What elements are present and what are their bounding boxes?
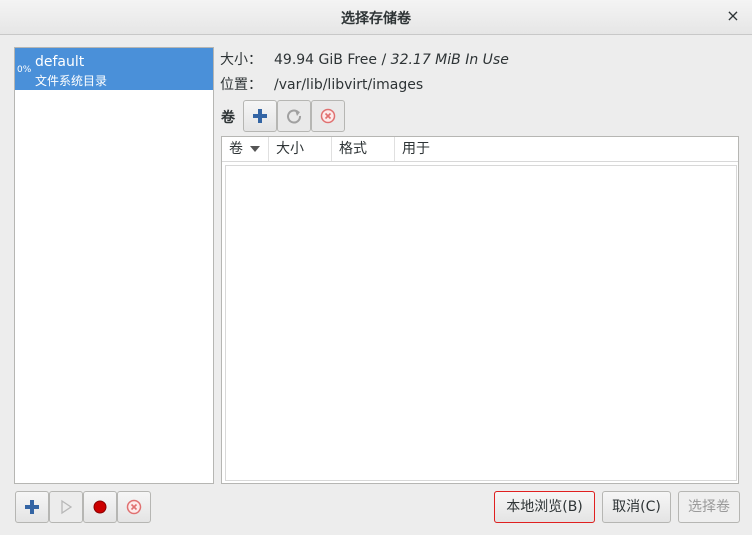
refresh-icon: [287, 109, 301, 124]
add-icon: [25, 500, 39, 514]
location-line: 位置： /var/lib/libvirt/images: [220, 74, 423, 94]
add-volume-button[interactable]: [243, 100, 277, 132]
size-line: 大小： 49.94 GiB Free / 32.17 MiB In Use: [220, 49, 509, 69]
column-format[interactable]: 格式: [332, 137, 395, 161]
volume-list-body[interactable]: [225, 165, 737, 481]
volume-table-header: 卷 大小 格式 用于: [222, 137, 738, 162]
stop-pool-button[interactable]: [83, 491, 117, 523]
column-volume[interactable]: 卷: [222, 137, 269, 161]
cancel-button[interactable]: 取消(C): [602, 491, 671, 523]
pool-type: 文件系统目录: [35, 74, 108, 88]
column-volume-label: 卷: [229, 141, 243, 157]
column-size[interactable]: 大小: [269, 137, 332, 161]
close-icon[interactable]: ×: [724, 7, 742, 25]
location-path: /var/lib/libvirt/images: [274, 77, 424, 93]
stop-icon: [93, 500, 107, 514]
add-pool-button[interactable]: [15, 491, 49, 523]
titlebar: 选择存储卷 ×: [0, 0, 752, 35]
delete-icon: [126, 499, 142, 515]
size-label: 大小：: [220, 52, 262, 68]
location-label: 位置：: [220, 77, 262, 93]
pool-item-default[interactable]: 0% default 文件系统目录: [15, 48, 213, 90]
free-size: 49.94 GiB Free /: [274, 52, 387, 68]
browse-local-button[interactable]: 本地浏览(B): [494, 491, 595, 523]
start-pool-button[interactable]: [49, 491, 83, 523]
volume-table[interactable]: 卷 大小 格式 用于: [221, 136, 739, 484]
choose-volume-button[interactable]: 选择卷: [678, 491, 740, 523]
delete-pool-button[interactable]: [117, 491, 151, 523]
pool-usage-percent: 0%: [17, 65, 32, 75]
add-icon: [253, 109, 267, 123]
sort-down-icon: [250, 146, 261, 152]
window-title: 选择存储卷: [341, 11, 411, 27]
refresh-volumes-button[interactable]: [277, 100, 311, 132]
volumes-label: 卷: [221, 110, 235, 126]
in-use-size: 32.17 MiB In Use: [390, 52, 509, 68]
column-used-by[interactable]: 用于: [395, 137, 738, 161]
delete-icon: [320, 108, 336, 124]
pool-name: default: [35, 54, 85, 70]
play-icon: [61, 499, 73, 515]
pool-list[interactable]: 0% default 文件系统目录: [14, 47, 214, 484]
delete-volume-button[interactable]: [311, 100, 345, 132]
